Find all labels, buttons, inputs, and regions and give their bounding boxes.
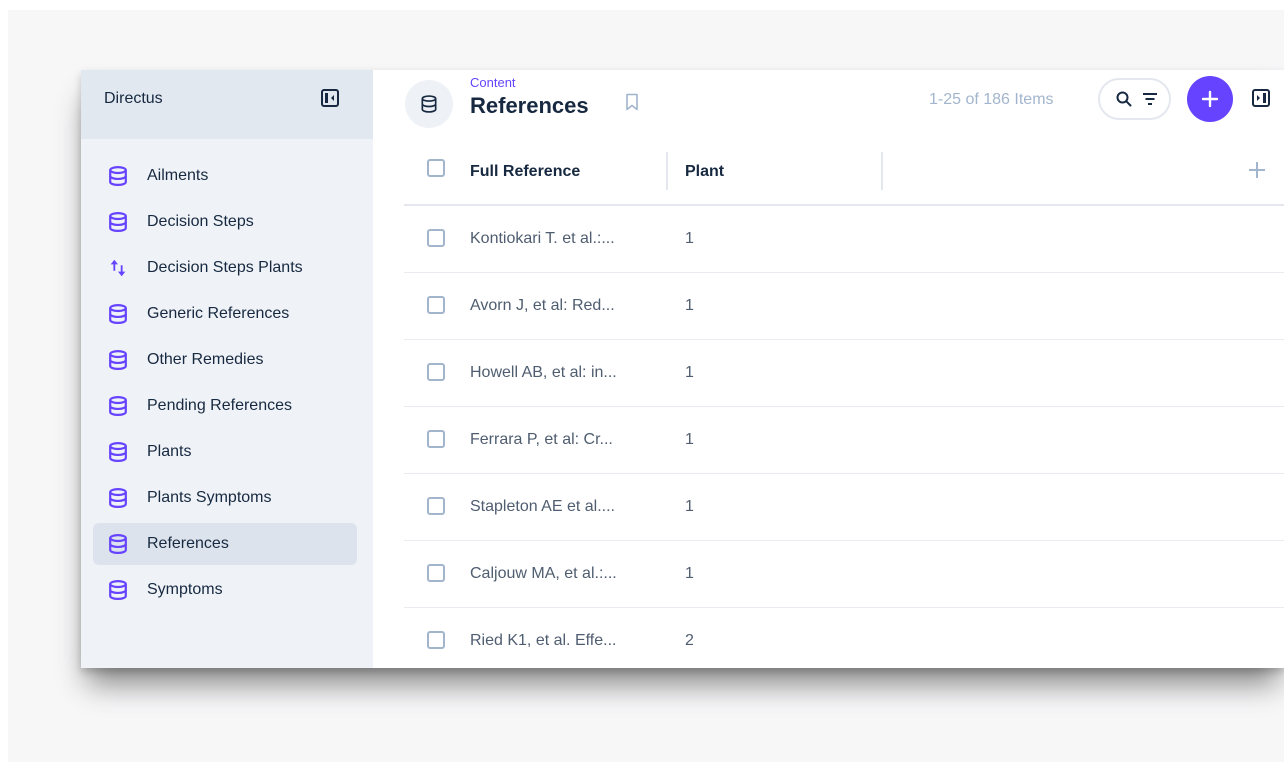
row-checkbox[interactable] [427,296,445,314]
cell-full-reference: Stapleton AE et al.... [470,498,615,515]
sidebar-item-label: Decision Steps [147,213,254,230]
database-icon [107,441,129,463]
column-header-full-reference[interactable]: Full Reference [470,162,580,182]
sidebar-item-pending-references[interactable]: Pending References [93,385,357,427]
sidebar-header: Directus [81,70,373,139]
row-checkbox[interactable] [427,229,445,247]
cell-full-reference: Ferrara P, et al: Cr... [470,431,613,448]
cell-plant: 1 [685,364,694,381]
cell-plant: 1 [685,565,694,582]
sidebar-item-symptoms[interactable]: Symptoms [93,569,357,611]
item-count: 1-25 of 186 Items [929,91,1054,108]
plus-icon [1201,90,1219,108]
items-table: Full Reference Plant Kontiokari T. et al… [404,146,1284,668]
collection-nav: Ailments Decision Steps Decision Steps Pla… [93,155,357,615]
database-icon [107,533,129,555]
sidebar-item-label: Generic References [147,305,290,322]
sidebar-item-label: Plants Symptoms [147,489,272,506]
database-icon [107,487,129,509]
database-icon [421,95,437,113]
table-row[interactable]: Avorn J, et al: Red... 1 [404,273,1284,340]
select-all-checkbox[interactable] [427,159,445,177]
window-left-strip [0,10,8,762]
app-window: Directus Ailments Decision Steps Decision … [81,70,1284,668]
table-row[interactable]: Caljouw MA, et al.:... 1 [404,541,1284,608]
column-header-plant[interactable]: Plant [685,162,724,182]
create-item-button[interactable] [1187,76,1233,122]
cell-full-reference: Ried K1, et al. Effe... [470,632,617,649]
database-icon [107,303,129,325]
sidebar-item-label: Symptoms [147,581,223,598]
bookmark-icon[interactable] [622,92,642,112]
table-header: Full Reference Plant [404,146,1284,206]
sidebar-item-label: Pending References [147,397,292,414]
cell-plant: 1 [685,431,694,448]
database-icon [107,349,129,371]
cell-full-reference: Howell AB, et al: in... [470,364,617,381]
database-icon [107,395,129,417]
sidebar-item-generic-references[interactable]: Generic References [93,293,357,335]
search-filter-pill[interactable] [1098,78,1171,120]
sidebar-item-ailments[interactable]: Ailments [93,155,357,197]
collection-header-icon[interactable] [405,80,453,128]
sidebar-item-label: Other Remedies [147,351,264,368]
table-row[interactable]: Ried K1, et al. Effe... 2 [404,608,1284,668]
collapse-sidebar-icon[interactable] [320,88,340,108]
sidebar-item-plants[interactable]: Plants [93,431,357,473]
row-checkbox[interactable] [427,564,445,582]
table-row[interactable]: Stapleton AE et al.... 1 [404,474,1284,541]
sidebar-item-decision-steps-plants[interactable]: Decision Steps Plants [93,247,357,289]
row-checkbox[interactable] [427,363,445,381]
table-row[interactable]: Howell AB, et al: in... 1 [404,340,1284,407]
filter-icon[interactable] [1141,90,1159,108]
cell-plant: 1 [685,297,694,314]
import-export-icon [107,257,129,279]
page-title: References [470,93,589,118]
table-row[interactable]: Kontiokari T. et al.:... 1 [404,206,1284,273]
cell-plant: 1 [685,498,694,515]
cell-full-reference: Avorn J, et al: Red... [470,297,615,314]
main-content: Content References 1-25 of 186 Items Ful… [373,70,1284,668]
project-name[interactable]: Directus [104,89,163,109]
cell-full-reference: Caljouw MA, et al.:... [470,565,617,582]
column-resize-handle[interactable] [881,152,883,190]
column-resize-handle[interactable] [666,152,668,190]
breadcrumb[interactable]: Content [470,76,516,90]
sidebar-item-label: References [147,535,229,552]
row-checkbox[interactable] [427,497,445,515]
cell-full-reference: Kontiokari T. et al.:... [470,230,615,247]
row-checkbox[interactable] [427,430,445,448]
sidebar-item-decision-steps[interactable]: Decision Steps [93,201,357,243]
search-icon[interactable] [1115,90,1133,108]
sidebar-item-label: Plants [147,443,192,460]
sidebar-item-other-remedies[interactable]: Other Remedies [93,339,357,381]
sidebar-item-references[interactable]: References [93,523,357,565]
sidebar-item-label: Decision Steps Plants [147,259,303,276]
window-top-strip [0,0,1284,10]
cell-plant: 2 [685,632,694,649]
row-checkbox[interactable] [427,631,445,649]
table-body: Kontiokari T. et al.:... 1 Avorn J, et al:… [404,206,1284,668]
database-icon [107,579,129,601]
database-icon [107,211,129,233]
sidebar-item-label: Ailments [147,167,209,184]
database-icon [107,165,129,187]
cell-plant: 1 [685,230,694,247]
add-column-icon[interactable] [1247,160,1267,180]
table-row[interactable]: Ferrara P, et al: Cr... 1 [404,407,1284,474]
sidebar-item-plants-symptoms[interactable]: Plants Symptoms [93,477,357,519]
sidebar: Directus Ailments Decision Steps Decision … [81,70,373,668]
info-sidebar-toggle-icon[interactable] [1251,88,1271,108]
